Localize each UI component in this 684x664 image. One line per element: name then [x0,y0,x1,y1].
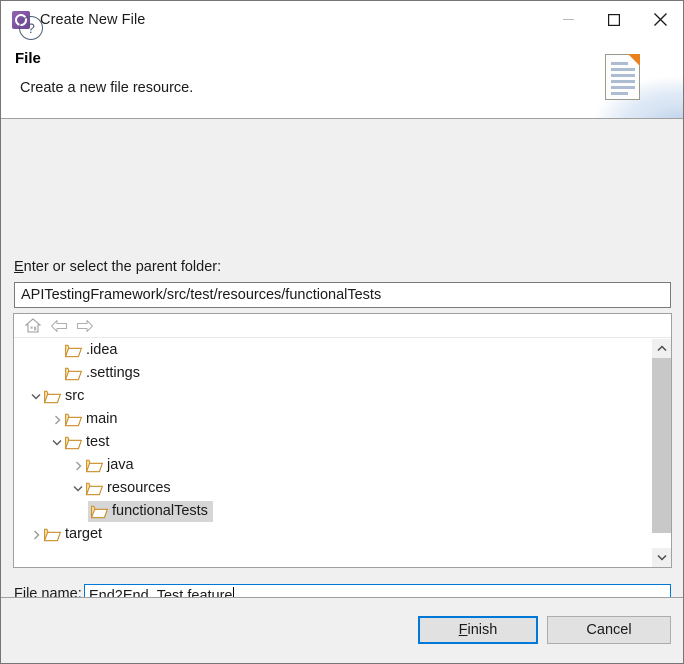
folder-icon [64,366,83,381]
chevron-down-icon [52,440,62,446]
tree-item-target[interactable]: target [14,523,651,546]
folder-icon [43,389,62,404]
folder-icon [85,481,104,496]
forward-arrow-icon[interactable] [72,316,98,336]
folder-icon [64,435,83,450]
tree-item-dot-settings[interactable]: .settings [14,362,651,385]
tree-vertical-scrollbar[interactable] [651,339,671,567]
create-new-file-dialog: Create New File File Create a new file r… [0,0,684,664]
title-bar: Create New File [1,1,683,38]
folder-icon [64,343,83,358]
help-glyph: ? [27,20,35,36]
finish-button[interactable]: Finish [418,616,538,644]
tree-twisty[interactable] [70,477,86,500]
tree-item-functionalTests[interactable]: functionalTests [14,500,651,523]
tree-twisty[interactable] [28,385,44,408]
window-title: Create New File [40,11,146,28]
tree-twisty[interactable] [49,408,65,431]
tree-item-label: target [65,526,103,542]
tree-item-test[interactable]: test [14,431,651,454]
parent-folder-input[interactable]: APITestingFramework/src/test/resources/f… [14,282,671,308]
folder-icon [85,458,104,473]
parent-folder-value: APITestingFramework/src/test/resources/f… [21,287,382,303]
maximize-icon [608,13,620,26]
maximize-button[interactable] [591,1,637,38]
tree-item-label: .idea [86,342,118,358]
scroll-up-button[interactable] [652,339,671,358]
tree-twisty[interactable] [49,431,65,454]
parent-folder-label: Enter or select the parent folder: [14,259,222,275]
window-controls [545,1,683,38]
cancel-button[interactable]: Cancel [547,616,671,644]
tree-item-label: resources [107,480,171,496]
tree-item-resources[interactable]: resources [14,477,651,500]
close-icon [653,13,667,26]
tree-toolbar [14,314,671,338]
page-subtitle: Create a new file resource. [20,80,194,96]
tree-item-label: java [107,457,134,473]
tree-item-java[interactable]: java [14,454,651,477]
tree-item-dot-idea[interactable]: .idea [14,339,651,362]
minimize-button[interactable] [545,1,591,38]
folder-tree-panel: .idea .settings src main test java resources fu… [13,313,672,568]
scroll-down-button[interactable] [652,548,671,567]
finish-button-mnemonic: F [458,622,468,638]
home-icon[interactable] [20,316,46,336]
folder-icon [64,412,83,427]
tree-item-label: main [86,411,118,427]
close-button[interactable] [637,1,683,38]
tree-twisty[interactable] [28,523,44,546]
minimize-icon [562,19,574,20]
parent-folder-label-mnemonic: E [14,259,24,275]
chevron-right-icon [75,461,81,470]
folder-tree[interactable]: .idea .settings src main test java resources fu… [14,339,651,567]
tree-twisty [49,362,65,385]
help-icon[interactable]: ? [19,16,43,40]
page-title: File [15,50,41,67]
chevron-right-icon [54,415,60,424]
dialog-body: Enter or select the parent folder: APITe… [1,119,683,646]
tree-item-label: test [86,434,110,450]
tree-item-label: src [65,388,85,404]
header-artwork [583,38,683,118]
tree-twisty [49,339,65,362]
tree-item-main[interactable]: main [14,408,651,431]
chevron-right-icon [33,530,39,539]
folder-icon [43,527,62,542]
folder-icon [90,504,109,519]
tree-item-label: .settings [86,365,140,381]
chevron-up-icon [657,345,667,352]
tree-item-src[interactable]: src [14,385,651,408]
chevron-down-icon [657,554,667,561]
back-arrow-icon[interactable] [46,316,72,336]
tree-item-label: functionalTests [112,503,208,519]
tree-twisty[interactable] [70,454,86,477]
new-file-page-icon [605,54,640,100]
chevron-down-icon [31,394,41,400]
chevron-down-icon [73,486,83,492]
wizard-header: File Create a new file resource. [1,38,683,119]
scrollbar-thumb[interactable] [652,358,671,533]
cancel-button-label: Cancel [586,622,632,638]
